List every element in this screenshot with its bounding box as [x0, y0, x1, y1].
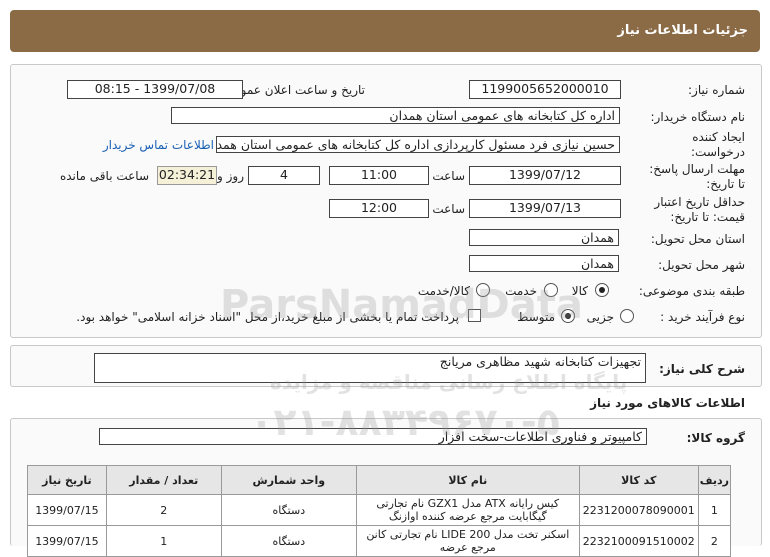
process-minor-label: جزیی [586, 310, 614, 324]
goods-group-field: کامپیوتر و فناوری اطلاعات-سخت افزار [99, 428, 647, 445]
treasury-payment-checkbox[interactable] [468, 309, 481, 322]
process-type-label: نوع فرآیند خرید : [660, 310, 745, 324]
province-field: همدان [469, 229, 619, 246]
goods-info-title: اطلاعات کالاهای مورد نیاز [590, 396, 745, 410]
category-service-label: خدمت [505, 284, 537, 298]
item-name-cell: کیس رایانه ATX مدل GZX1 نام تجارتی گیگاب… [355, 494, 580, 526]
description-field: تجهیزات کتابخانه شهید مظاهری مریانج [94, 353, 646, 383]
category-goods-radio[interactable] [595, 283, 609, 297]
need-date-cell: 1399/07/15 [27, 525, 107, 557]
deadline-time-field: 11:00 [329, 166, 429, 185]
table-row: 1 2231200078090001 کیس رایانه ATX مدل GZ… [27, 494, 732, 526]
quantity-cell: 1 [105, 525, 222, 557]
buyer-field: اداره کل کتابخانه های عمومی استان همدان [171, 107, 620, 124]
treasury-payment-note: پرداخت تمام یا بخشی از مبلغ خرید،از محل … [76, 310, 459, 324]
process-medium-label: متوسط [517, 310, 555, 324]
goods-table: ردیف کد کالا نام کالا واحد شمارش تعداد /… [27, 465, 732, 557]
process-minor-radio[interactable] [620, 309, 634, 323]
table-header-row: ردیف کد کالا نام کالا واحد شمارش تعداد /… [27, 465, 732, 495]
need-number-label: شماره نیاز: [688, 83, 745, 97]
description-label: شرح کلی نیاز: [659, 362, 745, 376]
validity-label: حداقل تاریخ اعتبار [654, 195, 745, 209]
category-goods-service-label: کالا/خدمت [417, 284, 470, 298]
buyer-label: نام دستگاه خریدار: [650, 110, 746, 124]
col-row-header: ردیف [697, 465, 732, 495]
validity-date-field: 1399/07/13 [469, 199, 621, 218]
province-label: استان محل تحویل: [650, 232, 745, 246]
row-number-cell: 2 [697, 525, 732, 557]
remaining-time-field: 02:34:21 [157, 166, 217, 185]
creator-field: حسین نیازی فرد مسئول کارپردازی اداره کل … [216, 136, 620, 153]
remaining-time-label: ساعت باقی مانده [59, 169, 149, 183]
item-name-cell: اسکنر تخت مدل LIDE 200 نام تجارتی کانن م… [355, 525, 580, 557]
item-code-cell: 2231200078090001 [578, 494, 699, 526]
creator-label: ایجاد کننده [692, 130, 745, 144]
goods-group-label: گروه کالا: [686, 431, 745, 445]
validity-label-2: قیمت: تا تاریخ: [670, 210, 745, 224]
days-label: روز و [217, 169, 244, 183]
item-code-cell: 2232100091510002 [578, 525, 699, 557]
process-medium-radio[interactable] [561, 309, 575, 323]
category-label: طبقه بندی موضوعی: [638, 284, 745, 298]
city-field: همدان [469, 255, 619, 272]
deadline-date-field: 1399/07/12 [469, 166, 621, 185]
need-number-field: 1199005652000010 [469, 80, 621, 99]
quantity-cell: 2 [105, 494, 222, 526]
col-unit-header: واحد شمارش [220, 465, 357, 495]
page-title: جزئیات اطلاعات نیاز [617, 23, 748, 38]
validity-time-field: 12:00 [329, 199, 429, 218]
col-qty-header: تعداد / مقدار [105, 465, 222, 495]
category-goods-label: کالا [571, 284, 588, 298]
city-label: شهر محل تحویل: [658, 258, 745, 272]
unit-cell: دستگاه [220, 494, 357, 526]
validity-time-label: ساعت [432, 202, 465, 216]
table-row: 2 2232100091510002 اسکنر تخت مدل LIDE 20… [27, 525, 732, 557]
category-goods-service-radio[interactable] [476, 283, 490, 297]
row-number-cell: 1 [697, 494, 732, 526]
col-date-header: تاریخ نیاز [27, 465, 107, 495]
deadline-time-label: ساعت [432, 169, 465, 183]
need-date-cell: 1399/07/15 [27, 494, 107, 526]
page-header: جزئیات اطلاعات نیاز [10, 10, 760, 52]
category-service-radio[interactable] [544, 283, 558, 297]
days-remaining-field: 4 [248, 166, 320, 185]
col-name-header: نام کالا [355, 465, 580, 495]
deadline-label-2: تا تاریخ: [706, 177, 745, 191]
buyer-contact-link[interactable]: اطلاعات تماس خریدار [103, 138, 214, 152]
col-code-header: کد کالا [578, 465, 699, 495]
announce-date-field: 1399/07/08 - 08:15 [67, 80, 243, 99]
creator-label-2: درخواست: [691, 145, 745, 159]
deadline-label: مهلت ارسال پاسخ: [649, 162, 745, 176]
unit-cell: دستگاه [220, 525, 357, 557]
